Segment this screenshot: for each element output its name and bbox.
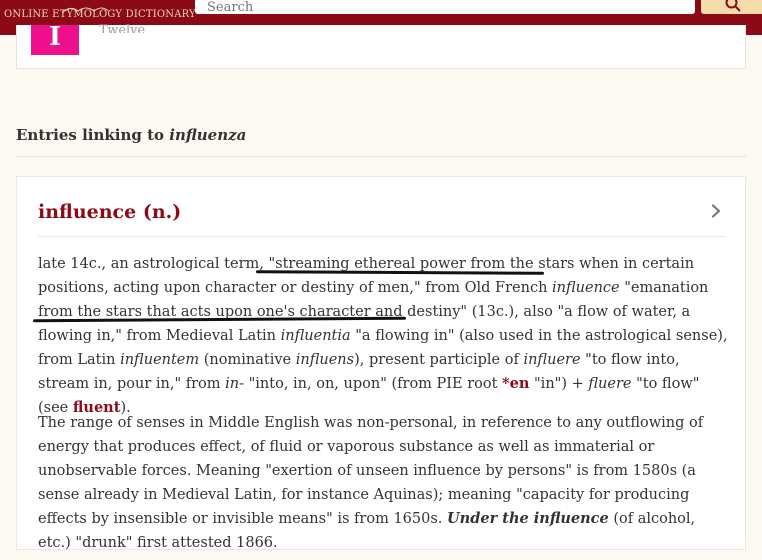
chevron-right-icon[interactable] [711, 203, 721, 222]
link-en-root[interactable]: *en [502, 375, 529, 392]
phrase-under-the-influence: Under the influence [447, 510, 609, 527]
previous-entry-subtitle: Twelve [99, 23, 146, 33]
definition-paragraph: late 14c., an astrological term, "stream… [38, 256, 728, 416]
section-heading: Entries linking to influenza [16, 126, 247, 144]
section-divider [16, 156, 746, 157]
entry-card-influence: influence (n.) late 14c., an astrologica… [16, 176, 746, 551]
definition-paragraph-2: The range of senses in Middle English wa… [38, 415, 704, 551]
search-button[interactable] [701, 0, 762, 14]
entry-divider [38, 236, 726, 237]
entry-badge: I [31, 25, 79, 55]
entry-title-link[interactable]: influence (n.) [38, 201, 181, 223]
search-icon [725, 0, 741, 12]
site-logo[interactable]: ONLINE ETYMOLOGY DICTIONARY [4, 9, 196, 20]
heading-keyword: influenza [169, 126, 247, 144]
search-input[interactable] [195, 0, 695, 14]
previous-entry-card[interactable]: I Twelve [16, 23, 746, 69]
